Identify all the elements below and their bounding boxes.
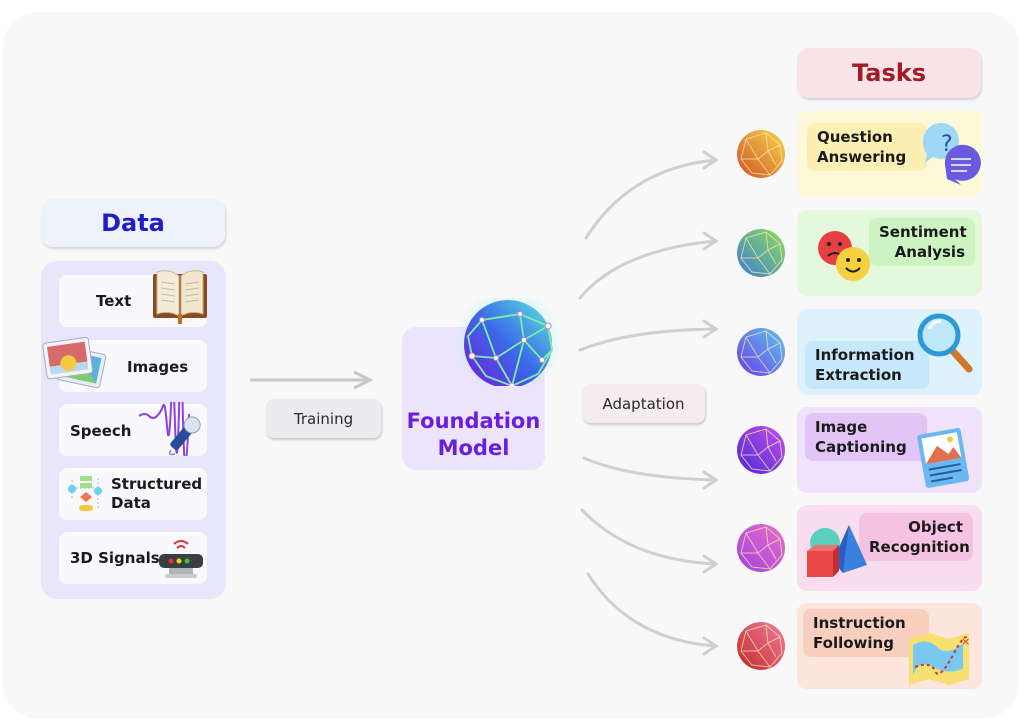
task-network-sphere-icon [736,425,786,475]
arrow-to-image-captioning [582,456,718,482]
data-item-speech: Speech [59,402,209,456]
data-panel: Text Images Speech Structured Data 3D Si… [41,261,226,599]
training-label: Training [266,399,381,438]
magnifier-icon [915,311,975,375]
task-label: Question Answering [807,123,927,171]
task-network-sphere-icon [736,327,786,377]
emoji-faces-icon [815,226,875,286]
adaptation-label: Adaptation [582,384,705,423]
task-label-line: Following [813,634,894,652]
task-card-question-answering: Question Answering? [797,111,982,197]
data-item-structured-data: Structured Data [59,468,207,520]
task-network-sphere-icon [736,228,786,278]
task-label-line: Image [815,418,868,436]
task-label-line: Object [908,518,963,536]
book-icon [149,266,211,324]
data-item-label: Text [96,292,132,310]
foundation-model-label: Foundation Model [402,408,545,462]
map-icon: × [907,631,973,687]
task-network-sphere-icon [736,129,786,179]
fm-line: Foundation [406,409,541,433]
data-item-label: 3D Signals [70,549,160,567]
microphone-icon [137,402,209,456]
label-line: Data [111,494,151,512]
arrow-to-sentiment-analysis [578,239,718,300]
svg-text:×: × [961,635,970,648]
fm-line: Model [437,436,510,460]
data-item-label: Images [127,358,189,376]
arrow-to-question-answering [584,158,718,240]
task-card-sentiment-analysis: Sentiment Analysis [797,210,982,296]
task-label-line: Captioning [815,438,907,456]
data-item-text: Text [59,270,207,327]
task-label: Image Captioning [805,413,927,461]
sensor-icon [155,536,207,582]
arrow-to-object-recognition [580,508,718,566]
task-network-sphere-icon [736,621,786,671]
data-item-3d-signals: 3D Signals [59,532,207,584]
task-card-instruction-following: Instruction Following × [797,603,982,689]
data-section-title: Data [41,199,225,247]
data-item-label: Speech [70,422,132,440]
task-label: Information Extraction [805,341,929,389]
tasks-section-title: Tasks [797,48,981,98]
task-label-line: Information [815,346,915,364]
training-arrow [250,370,374,390]
task-label: Sentiment Analysis [869,218,975,266]
task-card-information-extraction: Information Extraction [797,309,982,395]
task-label-line: Analysis [894,243,965,261]
task-label-line: Question [817,128,893,146]
tasks-title-text: Tasks [851,59,926,87]
network-sphere-icon [452,298,564,386]
adaptation-text: Adaptation [602,394,685,413]
label-line: Structured [111,475,203,493]
task-card-image-captioning: Image Captioning [797,407,982,493]
data-item-images: Images [42,337,207,392]
flowchart-icon [66,474,104,514]
speech-bubbles-icon: ? [919,119,981,185]
data-item-label: Structured Data [111,475,202,513]
task-label-line: Recognition [869,538,970,556]
data-title-text: Data [101,209,165,237]
task-label-line: Sentiment [879,223,967,241]
arrow-to-instruction-following [586,572,718,648]
arrow-to-information-extraction [578,327,718,352]
task-label-line: Instruction [813,614,906,632]
task-label-line: Answering [817,148,907,166]
training-text: Training [293,409,354,428]
task-label: Object Recognition [859,513,973,561]
task-card-object-recognition: Object Recognition [797,505,982,591]
photos-icon [41,336,107,392]
picture-caption-icon [915,425,971,489]
task-network-sphere-icon [736,523,786,573]
shapes-icon [803,521,867,583]
task-label-line: Extraction [815,366,902,384]
